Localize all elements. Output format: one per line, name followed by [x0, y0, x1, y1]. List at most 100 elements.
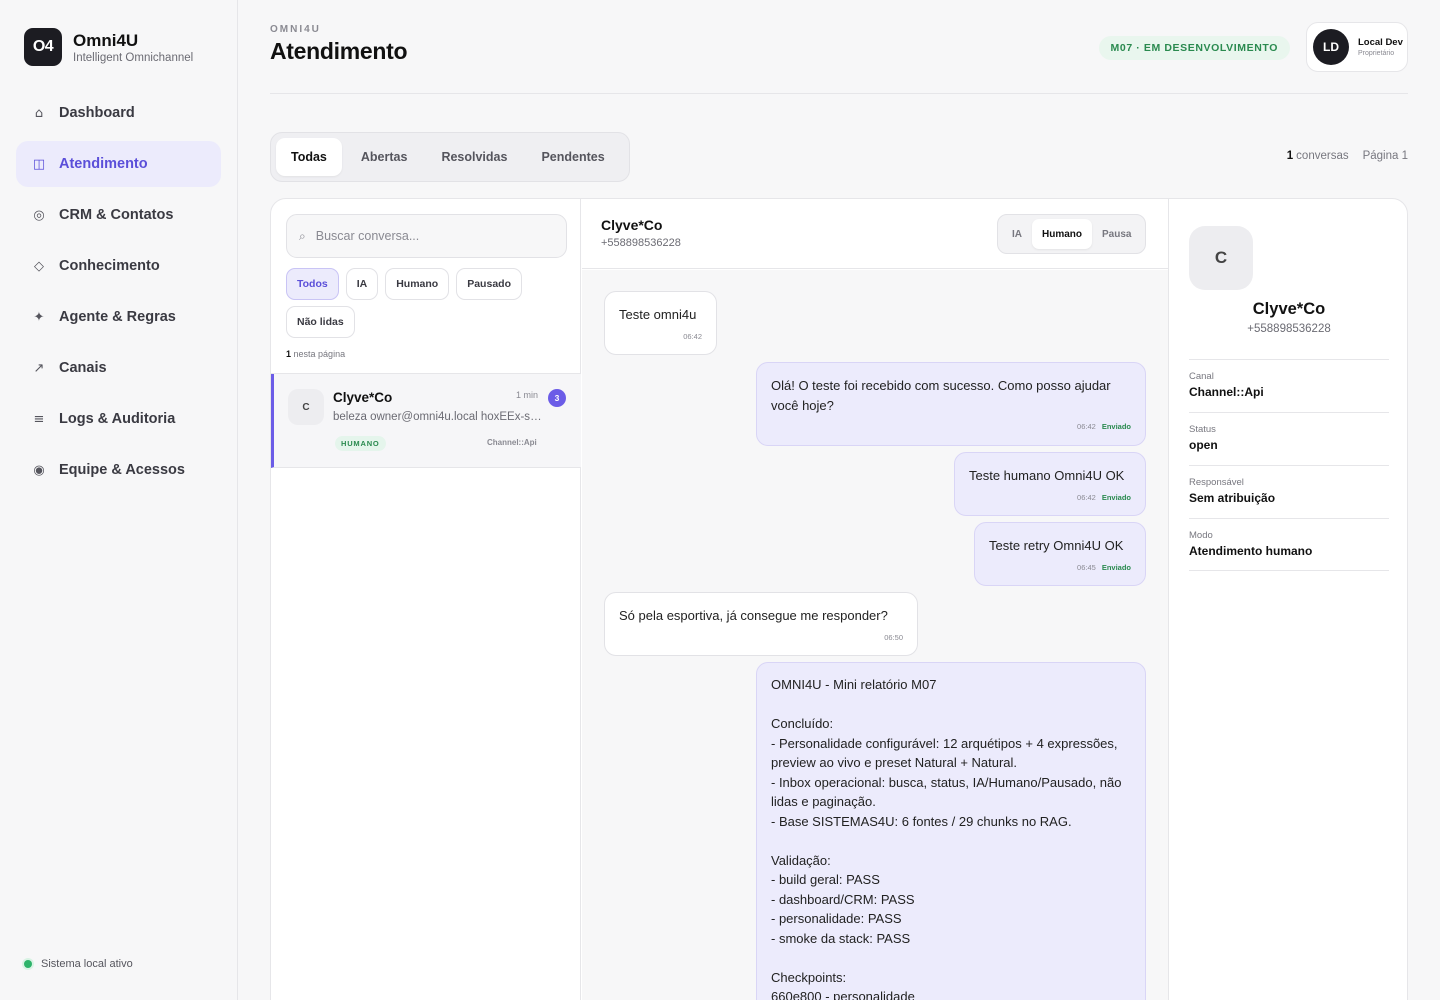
tab-todas[interactable]: Todas [276, 138, 342, 176]
status-dot-icon [24, 960, 32, 968]
message-meta: 06:42 Enviado [969, 488, 1131, 508]
tab-resolvidas[interactable]: Resolvidas [426, 138, 522, 176]
sidebar-item-label: Equipe & Acessos [59, 462, 185, 478]
user-menu[interactable]: LD Local Dev Proprietário [1306, 22, 1408, 72]
message-incoming: Só pela esportiva, já consegue me respon… [604, 592, 918, 656]
message-time: 06:42 [1077, 422, 1096, 431]
message-status: Enviado [1101, 562, 1131, 572]
environment-badge: M07 · EM DESENVOLVIMENTO [1098, 36, 1290, 60]
unread-badge: 3 [548, 389, 566, 407]
brand-text: Omni4U Intelligent Omnichannel [73, 31, 193, 64]
sidebar-item-logs[interactable]: ≡ Logs & Auditoria [16, 396, 221, 442]
filter-humano[interactable]: Humano [385, 268, 450, 300]
mode-pausa-button[interactable]: Pausa [1092, 219, 1141, 249]
sidebar-item-dashboard[interactable]: ⌂ Dashboard [16, 90, 221, 136]
columns-icon: ◫ [32, 156, 46, 172]
message-text: Teste humano Omni4U OK [969, 468, 1125, 483]
sidebar-item-canais[interactable]: ↗ Canais [16, 345, 221, 391]
message-outgoing: Olá! O teste foi recebido com sucesso. C… [756, 362, 1146, 446]
brand[interactable]: O4 Omni4U Intelligent Omnichannel [24, 28, 193, 66]
sidebar-item-crm[interactable]: ◎ CRM & Contatos [16, 192, 221, 238]
user-info: Local Dev Proprietário [1358, 37, 1403, 57]
message-status: Enviado [1101, 492, 1131, 502]
home-icon: ⌂ [34, 105, 44, 121]
message-text: Teste omni4u [619, 307, 697, 322]
conversation-name: Clyve*Co [333, 390, 393, 405]
mode-humano-button[interactable]: Humano [1032, 219, 1092, 249]
conversation-channel: Channel::Api [487, 438, 537, 447]
arrow-up-right-icon: ↗ [33, 360, 45, 376]
message-text: Teste retry Omni4U OK [989, 538, 1124, 553]
conversation-time: 1 min [516, 390, 539, 400]
sidebar-item-label: Dashboard [59, 105, 135, 121]
field-canal: Canal Channel::Api [1189, 359, 1389, 412]
page-eyebrow: OMNI4U [270, 24, 321, 35]
filter-nao-lidas[interactable]: Não lidas [286, 306, 355, 338]
brand-subtitle: Intelligent Omnichannel [73, 51, 194, 64]
tab-pendentes[interactable]: Pendentes [526, 138, 619, 176]
page-indicator: Página 1 [1362, 150, 1408, 162]
list-page-count-label: nesta página [293, 349, 346, 359]
chat-contact-name: Clyve*Co [601, 217, 663, 233]
message-time: 06:42 [683, 331, 702, 341]
list-page-count-value: 1 [286, 349, 292, 359]
message-text: Olá! O teste foi recebido com sucesso. C… [771, 378, 1115, 413]
filter-pausado[interactable]: Pausado [456, 268, 522, 300]
sidebar-item-atendimento[interactable]: ◫ Atendimento [16, 141, 221, 187]
contact-phone: +558898536228 [1247, 323, 1331, 335]
brand-logo: O4 [24, 28, 62, 66]
mode-switch: IA Humano Pausa [997, 214, 1147, 254]
list-page-count: 1 nesta página [286, 349, 345, 359]
sidebar-item-agente[interactable]: ✦ Agente & Regras [16, 294, 221, 340]
brand-name: Omni4U [73, 30, 139, 50]
contacts-icon: ◎ [33, 207, 45, 223]
chat-header: Clyve*Co +558898536228 IA Humano Pausa [582, 199, 1168, 269]
search-icon: ⌕ [299, 228, 306, 243]
mode-badge: HUMANO [335, 436, 386, 451]
page-header: OMNI4U Atendimento M07 · EM DESENVOLVIME… [270, 22, 1408, 94]
message-time: 06:50 [884, 632, 903, 642]
tab-abertas[interactable]: Abertas [346, 138, 423, 176]
sidebar-item-label: CRM & Contatos [59, 207, 174, 223]
conversation-count: 1 [1286, 150, 1294, 162]
sidebar-item-conhecimento[interactable]: ◇ Conhecimento [16, 243, 221, 289]
sidebar-item-label: Canais [59, 360, 107, 376]
search-box[interactable]: ⌕ [286, 214, 567, 258]
message-text: Só pela esportiva, já consegue me respon… [619, 608, 888, 623]
message-thread: Teste omni4u 06:42 Olá! O teste foi rece… [582, 270, 1168, 1000]
message-meta: 06:50 [619, 628, 903, 648]
diamond-icon: ◇ [34, 258, 44, 274]
user-name: Local Dev [1358, 37, 1403, 48]
contact-details-column: C Clyve*Co +558898536228 Canal Channel::… [1168, 199, 1407, 1000]
list-item[interactable]: C Clyve*Co 1 min 3 beleza owner@omni4u.l… [271, 374, 581, 468]
filter-chips: Todos IA Humano Pausado Não lidas [286, 268, 566, 344]
status-tabs: Todas Abertas Resolvidas Pendentes [270, 132, 630, 182]
mode-ia-button[interactable]: IA [1002, 219, 1032, 249]
message-outgoing: OMNI4U - Mini relatório M07 Concluído: -… [756, 662, 1146, 1000]
search-input[interactable] [315, 229, 546, 243]
field-value: open [1189, 438, 1218, 452]
team-icon: ◉ [33, 462, 45, 478]
avatar: C [1189, 226, 1253, 290]
filter-ia[interactable]: IA [345, 268, 379, 300]
sidebar-item-label: Conhecimento [59, 258, 160, 274]
sidebar-item-equipe[interactable]: ◉ Equipe & Acessos [16, 447, 221, 493]
contact-fields: Canal Channel::Api Status open Responsáv… [1189, 359, 1389, 571]
sidebar-item-label: Atendimento [59, 156, 148, 172]
contact-name: Clyve*Co [1252, 300, 1326, 318]
message-meta: 06:42 [619, 327, 702, 347]
field-status: Status open [1189, 412, 1389, 465]
field-label: Modo [1189, 530, 1213, 541]
user-role: Proprietário [1358, 50, 1395, 57]
field-label: Status [1189, 424, 1216, 435]
chat-contact-phone: +558898536228 [601, 237, 681, 249]
message-time: 06:42 [1077, 492, 1096, 502]
chat-column: Clyve*Co +558898536228 IA Humano Pausa T… [582, 199, 1168, 1000]
field-value: Channel::Api [1189, 385, 1264, 399]
field-modo: Modo Atendimento humano [1189, 518, 1389, 571]
conversation-list-column: ⌕ Todos IA Humano Pausado Não lidas 1 ne… [271, 199, 581, 1000]
filter-todos[interactable]: Todos [286, 268, 339, 300]
avatar: C [288, 389, 324, 425]
sparkle-icon: ✦ [33, 309, 45, 325]
conversation-preview: beleza owner@omni4u.local hoxEEx-sRZcpl [333, 411, 543, 423]
